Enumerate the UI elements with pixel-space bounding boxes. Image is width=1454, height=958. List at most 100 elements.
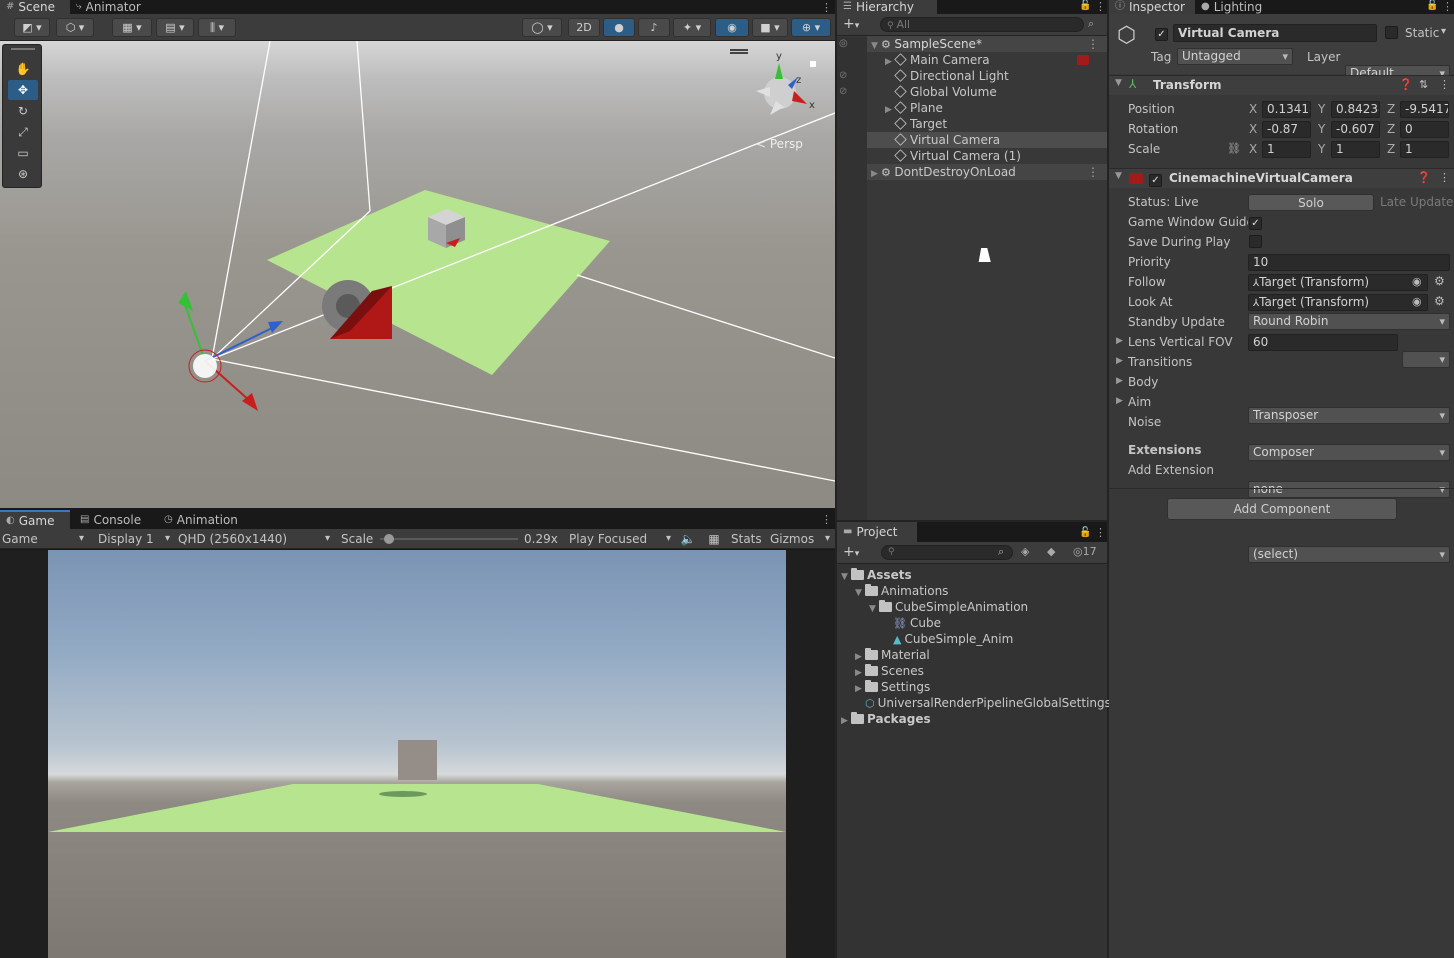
tab-inspector[interactable]: ⓘ Inspector [1109, 0, 1195, 14]
hierarchy-item[interactable]: ▶ Plane [867, 100, 1107, 116]
scale-slider[interactable] [380, 534, 518, 544]
increment-snap-dropdown[interactable]: ⫼ ▾ [198, 18, 236, 37]
lens-fov-field[interactable]: 60 [1248, 334, 1398, 351]
follow-settings-icon[interactable]: ⚙ [1434, 274, 1445, 288]
project-item[interactable]: ▶ Scenes [837, 663, 1107, 679]
resolution-dropdown[interactable]: QHD (2560x1440) ▾ [178, 531, 330, 547]
view-dropdown[interactable]: Game ▾ [2, 531, 86, 547]
scale-y-field[interactable]: 1 [1331, 141, 1380, 158]
light-visibility-icon[interactable]: ⊘ [839, 86, 847, 97]
scale-link-icon[interactable]: ⛓ [1227, 142, 1241, 155]
vcam-enabled-checkbox[interactable]: ✓ [1149, 172, 1162, 187]
tab-game[interactable]: ◐ Game [0, 510, 70, 529]
aim-foldout-arrow-icon[interactable]: ▶ [1116, 396, 1123, 406]
presets-icon[interactable]: ⇅ [1419, 78, 1428, 91]
follow-picker-icon[interactable]: ◉ [1412, 275, 1422, 288]
lookat-field[interactable]: ⅄Target (Transform) [1248, 294, 1428, 311]
add-component-button[interactable]: Add Component [1167, 498, 1397, 520]
transitions-label[interactable]: Transitions [1128, 355, 1192, 369]
audio-toggle-button[interactable]: ♪ [638, 18, 670, 37]
play-mode-dropdown[interactable]: Play Focused ▾ [569, 531, 671, 547]
rotation-x-field[interactable]: -0.87 [1262, 121, 1311, 138]
project-item[interactable]: ▼ CubeSimpleAnimation [837, 599, 1107, 615]
project-item[interactable]: ⬡ UniversalRenderPipelineGlobalSettings [837, 695, 1111, 711]
tab-animation[interactable]: ◷ Animation [154, 510, 244, 529]
search-by-type-icon[interactable]: ⌕ [998, 545, 1004, 559]
component-menu-icon[interactable]: ⋮ [1439, 171, 1450, 184]
save-during-play-checkbox[interactable] [1249, 235, 1262, 251]
dontdestroy-row[interactable]: ▶ ⚙ DontDestroyOnLoad ⋮ [867, 164, 1107, 180]
rotate-tool-button[interactable]: ↻ [8, 101, 38, 121]
body-dropdown[interactable]: Transposer [1248, 407, 1450, 424]
lens-foldout-arrow-icon[interactable]: ▶ [1116, 336, 1123, 346]
palette-handle[interactable] [11, 48, 35, 50]
tab-hierarchy[interactable]: ☰ Hierarchy [837, 0, 937, 14]
transitions-foldout-arrow-icon[interactable]: ▶ [1116, 356, 1123, 366]
static-checkbox[interactable] [1385, 26, 1398, 42]
hierarchy-item[interactable]: ▶ Main Camera [867, 52, 1107, 68]
tab-animator[interactable]: ⤷ Animator [70, 0, 150, 14]
noise-dropdown[interactable]: none [1248, 481, 1450, 498]
project-lock-icon[interactable]: 🔓 [1079, 527, 1095, 538]
standby-update-dropdown[interactable]: Round Robin [1248, 313, 1450, 330]
scale-slider-thumb[interactable] [383, 534, 394, 544]
rect-tool-button[interactable]: ▭ [8, 143, 38, 163]
render-mode-dropdown[interactable]: ⬡ ▾ [56, 18, 94, 37]
project-item[interactable]: ▼ Assets [837, 567, 1107, 583]
effects-dropdown[interactable]: ✦ ▾ [673, 18, 711, 37]
object-name-field[interactable]: Virtual Camera [1173, 24, 1377, 42]
move-tool-button[interactable]: ✥ [8, 80, 38, 100]
transform-tool-button[interactable]: ⊛ [8, 164, 38, 184]
tab-project[interactable]: ▬ Project [837, 522, 917, 542]
create-dropdown[interactable]: +▾ [843, 16, 859, 34]
scene-menu-icon[interactable]: ⋮ [1087, 36, 1099, 52]
help-icon[interactable]: ❓ [1399, 78, 1413, 91]
scene-viewport[interactable]: y z x < Persp [0, 41, 835, 508]
gizmos-dropdown[interactable]: ⊕ ▾ [791, 18, 831, 37]
lookat-picker-icon[interactable]: ◉ [1412, 295, 1422, 308]
hidden-packages-toggle[interactable]: ◎17 [1073, 545, 1097, 558]
inspector-lock-icon[interactable]: 🔓 [1426, 0, 1442, 14]
gameobject-cube-icon[interactable]: ⬡ [1117, 24, 1141, 48]
project-item[interactable]: ▲ CubeSimple_Anim [837, 631, 1107, 647]
vsync-button[interactable]: ▦ [706, 531, 722, 547]
camera-visibility-icon[interactable]: ⊘ [839, 70, 847, 81]
collapse-arrow-icon[interactable]: ▶ [841, 713, 851, 729]
position-y-field[interactable]: 0.84238 [1331, 101, 1380, 118]
scale-z-field[interactable]: 1 [1400, 141, 1449, 158]
camera-settings-dropdown[interactable]: ■ ▾ [752, 18, 788, 37]
follow-field[interactable]: ⅄Target (Transform) [1248, 274, 1428, 291]
game-window-guides-checkbox[interactable]: ✓ [1249, 215, 1262, 230]
vcam-header[interactable]: ▼ ✓ CinemachineVirtualCamera ❓ ⋮ [1109, 168, 1454, 188]
lookat-settings-icon[interactable]: ⚙ [1434, 294, 1445, 308]
project-search-input[interactable]: ⚲ [881, 545, 1013, 560]
gizmo-lock-square[interactable] [810, 61, 816, 67]
project-item[interactable]: ⛓ Cube [837, 615, 1107, 631]
lens-preset-dropdown[interactable] [1402, 351, 1450, 368]
scene-panel-menu-icon[interactable]: ⋮ [821, 1, 835, 14]
filter-by-type-icon[interactable]: ◈ [1021, 545, 1029, 558]
hierarchy-item[interactable]: Directional Light [867, 68, 1107, 84]
project-item[interactable]: ▶ Packages [837, 711, 1107, 727]
tab-lighting[interactable]: ● Lighting [1195, 0, 1275, 14]
scene-visibility-icon[interactable]: ◎ [839, 38, 848, 49]
overlay-handle[interactable] [730, 49, 748, 51]
hand-tool-button[interactable]: ✋ [8, 59, 38, 79]
static-dropdown-icon[interactable]: ▾ [1441, 26, 1446, 37]
search-options-icon[interactable]: ⌕ [1088, 17, 1094, 31]
draw-mode-dropdown[interactable]: ◩ ▾ [14, 18, 50, 37]
lock-icon[interactable]: 🔓 [1079, 0, 1095, 14]
project-create-dropdown[interactable]: +▾ [843, 544, 859, 562]
stats-button[interactable]: Stats [731, 531, 762, 547]
solo-button[interactable]: Solo [1248, 194, 1374, 211]
scene-row[interactable]: ▼ ⚙ SampleScene* ⋮ [867, 36, 1107, 52]
inspector-menu-icon[interactable]: ⋮ [1442, 0, 1454, 14]
position-z-field[interactable]: -9.5417 [1400, 101, 1449, 118]
dontdestroy-menu-icon[interactable]: ⋮ [1087, 164, 1099, 180]
game-view-render[interactable] [48, 550, 786, 958]
aim-dropdown[interactable]: Composer [1248, 444, 1450, 461]
lighting-toggle-button[interactable]: ● [603, 18, 635, 37]
add-extension-dropdown[interactable]: (select) [1248, 546, 1450, 563]
project-item[interactable]: ▶ Material [837, 647, 1107, 663]
scale-tool-button[interactable]: ⤢ [8, 122, 38, 142]
